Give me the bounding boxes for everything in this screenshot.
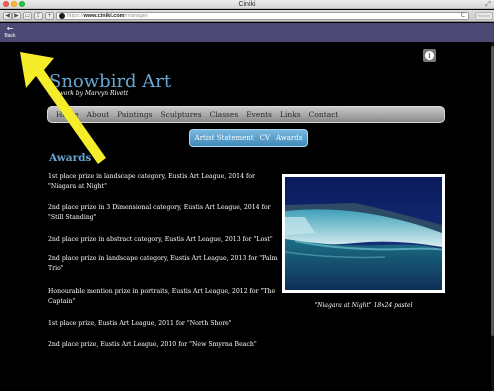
forward-icon: ▶	[14, 12, 19, 19]
nav-item-classes[interactable]: Classes	[210, 110, 239, 119]
share-button[interactable]: ⇪	[34, 12, 43, 20]
url-scheme: https://	[67, 13, 84, 19]
reader-button[interactable]: Reader	[475, 12, 493, 20]
subnav-item-artist-statement[interactable]: Artist Statement	[195, 134, 254, 142]
reload-icon[interactable]: C	[461, 12, 465, 19]
overlay-back-button[interactable]: ← Back	[0, 23, 20, 42]
nav-item-events[interactable]: Events	[246, 110, 272, 119]
browser-toolbar: ◀ ▶ ▭ ⇪ + https://www.ciniki.com/manager…	[0, 10, 494, 22]
nav-item-links[interactable]: Links	[280, 110, 301, 119]
address-bar[interactable]: https://www.ciniki.com/manager C	[56, 12, 469, 20]
share-icon: ⇪	[35, 12, 42, 19]
subnav-item-awards[interactable]: Awards	[276, 134, 302, 142]
artwork-image[interactable]	[282, 174, 445, 293]
info-icon: i	[425, 51, 434, 60]
address-text[interactable]: https://www.ciniki.com/manager	[67, 13, 148, 19]
award-item: 2nd place prize in 3 Dimensional categor…	[48, 204, 271, 221]
window-title: Ciniki	[238, 1, 256, 8]
award-item: 1st place prize in landscape category, E…	[48, 173, 255, 190]
browser-forward-button[interactable]: ▶	[12, 12, 21, 20]
nav-item-sculptures[interactable]: Sculptures	[161, 110, 202, 119]
sub-nav: Artist Statement CV Awards	[189, 129, 308, 147]
window-titlebar: Ciniki ⤢	[0, 0, 494, 9]
yellow-arrow-pointer-icon	[20, 52, 106, 164]
fullscreen-icon[interactable]: ⤢	[485, 0, 491, 9]
add-bookmark-button[interactable]: +	[45, 12, 54, 20]
artwork-caption: "Niagara at Night" 18x24 pastel	[314, 302, 413, 309]
url-host: www.ciniki.com	[83, 13, 125, 19]
award-item: 2nd place prize, Eustis Art League, 2010…	[48, 341, 257, 348]
browser-back-button[interactable]: ◀	[3, 12, 12, 20]
award-item: 1st place prize, Eustis Art League, 2011…	[48, 320, 232, 327]
niagara-painting	[285, 177, 442, 290]
plus-icon: +	[46, 12, 53, 19]
nav-item-contact[interactable]: Contact	[309, 110, 339, 119]
subnav-item-cv[interactable]: CV	[260, 134, 270, 142]
lock-icon	[59, 13, 65, 19]
nav-item-paintings[interactable]: Paintings	[117, 110, 152, 119]
award-item: 2nd place prize in abstract category, Eu…	[48, 236, 273, 243]
award-item: Honourable mention prize in portraits, E…	[48, 288, 276, 305]
back-icon: ◀	[5, 12, 10, 19]
back-overlay-strip: ← Back	[0, 23, 494, 42]
back-arrow-icon: ←	[6, 24, 14, 33]
sidebar-button[interactable]: ▭	[23, 12, 32, 20]
info-button[interactable]: i	[423, 49, 436, 62]
award-item: 2nd place prize in landscape category, E…	[48, 255, 278, 272]
url-path: /manager	[124, 13, 148, 19]
sidebar-icon: ▭	[24, 12, 31, 19]
overlay-back-label: Back	[4, 33, 16, 39]
